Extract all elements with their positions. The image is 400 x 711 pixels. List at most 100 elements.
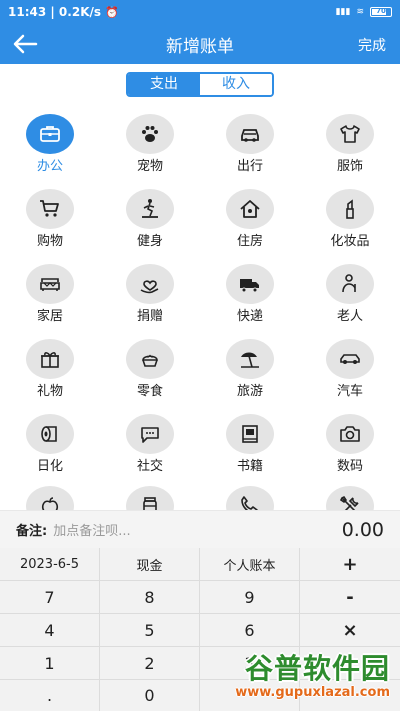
cart-icon xyxy=(26,189,74,229)
category-office[interactable]: 办公 xyxy=(0,110,100,184)
tab-expense[interactable]: 支出 xyxy=(128,74,200,95)
category-label: 礼物 xyxy=(36,384,63,399)
tab-income[interactable]: 收入 xyxy=(200,74,272,95)
category-digital[interactable]: 数码 xyxy=(300,410,400,484)
sedan-icon xyxy=(326,339,374,379)
category-tools[interactable] xyxy=(300,482,400,510)
category-gift[interactable]: 礼物 xyxy=(0,335,100,409)
key-dot[interactable]: . xyxy=(0,680,99,711)
category-fitness[interactable]: 健身 xyxy=(100,185,200,259)
category-label: 社交 xyxy=(136,459,163,474)
category-label: 捐赠 xyxy=(136,309,163,324)
key-2[interactable]: 2 xyxy=(100,647,199,679)
category-daily-chemicals[interactable]: 日化 xyxy=(0,410,100,484)
paw-icon xyxy=(126,114,174,154)
category-fruit[interactable] xyxy=(0,482,100,510)
category-shopping[interactable]: 购物 xyxy=(0,185,100,259)
category-jar[interactable] xyxy=(100,482,200,510)
gift-icon xyxy=(26,339,74,379)
camera-icon xyxy=(326,414,374,454)
chat-icon xyxy=(126,414,174,454)
battery-level: 70 xyxy=(376,7,386,15)
multiply-key[interactable]: × xyxy=(300,614,400,646)
page-title: 新增账单 xyxy=(166,36,234,57)
heart-hand-icon xyxy=(126,264,174,304)
category-label: 零食 xyxy=(136,384,163,399)
car-icon xyxy=(226,114,274,154)
sofa-icon xyxy=(26,264,74,304)
category-cosmetics[interactable]: 化妆品 xyxy=(300,185,400,259)
shirt-icon xyxy=(326,114,374,154)
account-key[interactable]: 现金 xyxy=(100,548,199,580)
ledger-key[interactable]: 个人账本 xyxy=(200,548,299,580)
arrow-left-icon xyxy=(13,34,38,54)
category-label: 汽车 xyxy=(336,384,363,399)
watermark-url: www.gupuxlazal.com xyxy=(235,685,390,700)
category-label: 出行 xyxy=(236,159,263,174)
category-tourism[interactable]: 旅游 xyxy=(200,335,300,409)
remark-input[interactable]: 加点备注呗... xyxy=(53,520,130,539)
category-express[interactable]: 快递 xyxy=(200,260,300,334)
category-pet[interactable]: 宠物 xyxy=(100,110,200,184)
type-tabs: 支出 收入 xyxy=(126,72,274,97)
category-donation[interactable]: 捐赠 xyxy=(100,260,200,334)
category-books[interactable]: 书籍 xyxy=(200,410,300,484)
category-label: 日化 xyxy=(36,459,63,474)
phone-icon xyxy=(226,486,274,510)
category-home[interactable]: 家居 xyxy=(0,260,100,334)
category-label: 化妆品 xyxy=(330,234,370,249)
battery-icon: 70 xyxy=(370,7,392,17)
app-bar: 新增账单 完成 xyxy=(0,24,400,64)
category-label: 办公 xyxy=(36,159,63,174)
category-car[interactable]: 汽车 xyxy=(300,335,400,409)
date-key[interactable]: 2023-6-5 xyxy=(0,548,99,580)
category-elderly[interactable]: 老人 xyxy=(300,260,400,334)
status-bar: 11:43 | 0.2K/s ⏰ ▮▮▮ ≋ 70 xyxy=(0,0,400,24)
key-8[interactable]: 8 xyxy=(100,581,199,613)
alarm-icon: ⏰ xyxy=(105,5,119,19)
back-button[interactable] xyxy=(10,30,40,58)
key-9[interactable]: 9 xyxy=(200,581,299,613)
signal-icon: ▮▮▮ xyxy=(335,7,351,17)
category-label: 快递 xyxy=(236,309,263,324)
category-snacks[interactable]: 零食 xyxy=(100,335,200,409)
key-5[interactable]: 5 xyxy=(100,614,199,646)
category-label: 老人 xyxy=(336,309,363,324)
category-clothing[interactable]: 服饰 xyxy=(300,110,400,184)
category-label: 购物 xyxy=(36,234,63,249)
briefcase-icon xyxy=(26,114,74,154)
done-button[interactable]: 完成 xyxy=(358,35,386,55)
category-phone[interactable] xyxy=(200,482,300,510)
minus-key[interactable]: - xyxy=(300,581,400,613)
category-social[interactable]: 社交 xyxy=(100,410,200,484)
amount-display: 0.00 xyxy=(341,518,384,541)
watermark-title: 谷普软件园 xyxy=(244,652,390,685)
truck-icon xyxy=(226,264,274,304)
category-label: 服饰 xyxy=(336,159,363,174)
key-6[interactable]: 6 xyxy=(200,614,299,646)
category-label: 住房 xyxy=(236,234,263,249)
key-1[interactable]: 1 xyxy=(0,647,99,679)
snack-icon xyxy=(126,339,174,379)
jar-icon xyxy=(126,486,174,510)
beach-umbrella-icon xyxy=(226,339,274,379)
category-label: 书籍 xyxy=(236,459,263,474)
category-grid: 办公 宠物 出行 服饰 购物 健身 住房 化妆品 家居 捐赠 快递 老人 礼物 … xyxy=(0,110,400,510)
category-label: 家居 xyxy=(36,309,63,324)
key-7[interactable]: 7 xyxy=(0,581,99,613)
remark-label: 备注: xyxy=(16,524,48,539)
plus-key[interactable]: + xyxy=(300,548,400,580)
category-travel[interactable]: 出行 xyxy=(200,110,300,184)
category-label: 数码 xyxy=(336,459,363,474)
category-housing[interactable]: 住房 xyxy=(200,185,300,259)
tissue-roll-icon xyxy=(26,414,74,454)
key-0[interactable]: 0 xyxy=(100,680,199,711)
watermark: 谷普软件园 www.gupuxlazal.com xyxy=(218,647,396,705)
apple-icon xyxy=(26,486,74,510)
house-icon xyxy=(226,189,274,229)
category-label: 健身 xyxy=(136,234,163,249)
key-4[interactable]: 4 xyxy=(0,614,99,646)
elder-icon xyxy=(326,264,374,304)
category-label: 旅游 xyxy=(236,384,263,399)
treadmill-icon xyxy=(126,189,174,229)
